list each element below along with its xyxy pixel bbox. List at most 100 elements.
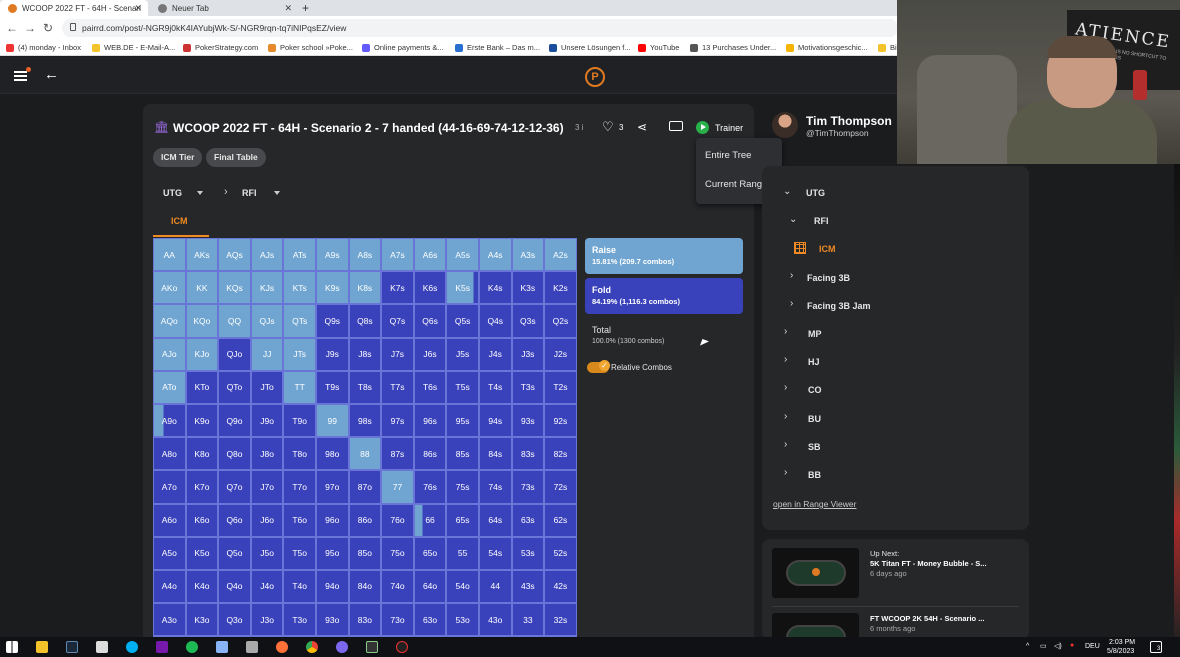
hand-cell[interactable]: KTo	[185, 370, 219, 404]
tree-item-rfi[interactable]: RFI	[814, 216, 829, 226]
chevron-down-icon[interactable]: ⌄	[783, 186, 791, 197]
hand-cell[interactable]: T5o	[283, 536, 316, 570]
bookmark-item[interactable]: Erste Bank – Das m...	[455, 43, 540, 52]
hand-cell[interactable]: 83s	[511, 437, 545, 471]
hand-cell[interactable]: J4o	[250, 569, 284, 604]
tree-item-icm[interactable]: ICM	[819, 244, 836, 254]
hand-cell[interactable]: Q9s	[315, 304, 349, 338]
hand-cell[interactable]: 98o	[315, 437, 349, 471]
hand-cell[interactable]: JTs	[283, 337, 316, 371]
hand-cell[interactable]: 53s	[511, 536, 545, 570]
breadcrumb-position[interactable]: UTG	[163, 188, 182, 198]
spotify-icon[interactable]	[186, 641, 198, 653]
hand-cell[interactable]: AQo	[153, 304, 186, 338]
hand-cell[interactable]: K9s	[315, 271, 349, 305]
hand-cell[interactable]: QTs	[283, 304, 316, 338]
hand-cell[interactable]: AKo	[153, 271, 186, 305]
bookmark-item[interactable]: (4) monday - Inbox	[6, 43, 81, 52]
volume-icon[interactable]: ◁)	[1054, 642, 1062, 650]
tag-final-table[interactable]: Final Table	[206, 148, 266, 167]
hand-cell[interactable]: K5o	[185, 536, 219, 570]
tree-item-sb[interactable]: SB	[808, 442, 821, 452]
trainer-button[interactable]: Trainer	[715, 123, 743, 133]
hand-cell[interactable]: 97o	[315, 470, 349, 504]
hand-cell[interactable]: T7s	[381, 370, 414, 404]
hand-cell[interactable]: K7o	[185, 470, 219, 504]
hand-cell[interactable]: 76o	[381, 503, 414, 537]
hand-cell[interactable]: 43o	[478, 603, 512, 637]
app-icon[interactable]	[366, 641, 378, 653]
fold-action-card[interactable]: Fold 84.19% (1,116.3 combos)	[585, 278, 743, 314]
hand-cell[interactable]: 44	[478, 569, 512, 604]
close-tab-icon[interactable]: ✕	[134, 3, 142, 14]
hamburger-menu-icon[interactable]	[14, 71, 27, 81]
hand-cell[interactable]: KQo	[185, 304, 219, 338]
hand-cell[interactable]: K5s	[446, 271, 479, 305]
hand-cell[interactable]: 95s	[446, 403, 479, 438]
hand-cell[interactable]: T2s	[544, 370, 577, 404]
hand-cell[interactable]: KK	[185, 271, 219, 305]
hand-cell[interactable]: T6o	[283, 503, 316, 537]
hand-cell[interactable]: 94s	[478, 403, 512, 438]
tree-item-co[interactable]: CO	[808, 385, 822, 395]
hand-cell[interactable]: 54s	[478, 536, 512, 570]
hand-cell[interactable]: 83o	[348, 603, 382, 637]
hand-cell[interactable]: K8o	[185, 437, 219, 471]
hand-cell[interactable]: Q8s	[348, 304, 382, 338]
new-tab-plus-icon[interactable]: +	[302, 1, 309, 15]
play-icon[interactable]	[696, 121, 709, 134]
hand-cell[interactable]: A7s	[381, 238, 414, 272]
hand-cell[interactable]: Q5s	[446, 304, 479, 338]
tag-icm-tier[interactable]: ICM Tier	[153, 148, 203, 167]
hand-cell[interactable]: 86s	[413, 437, 447, 471]
hand-cell[interactable]: KJo	[185, 337, 219, 371]
hand-cell[interactable]: K9o	[185, 403, 219, 438]
firefox-icon[interactable]	[276, 641, 288, 653]
recorder-icon[interactable]	[396, 641, 408, 653]
up-next-title[interactable]: FT WCOOP 2K 54H - Scenario ...	[870, 614, 984, 623]
hand-cell[interactable]: 87o	[348, 470, 382, 504]
hand-cell[interactable]: J9o	[250, 403, 284, 438]
hand-cell[interactable]: A3o	[153, 603, 186, 637]
hand-cell[interactable]: QQ	[218, 304, 251, 338]
clock-time[interactable]: 2:03 PM	[1109, 639, 1135, 646]
hand-cell[interactable]: 86o	[348, 503, 382, 537]
hand-cell[interactable]: 76s	[413, 470, 447, 504]
tree-item-bu[interactable]: BU	[808, 414, 821, 424]
bookmark-item[interactable]: Poker school »Poke...	[268, 43, 353, 52]
bookmark-item[interactable]: YouTube	[638, 43, 679, 52]
hand-cell[interactable]: 42s	[544, 569, 577, 604]
hand-cell[interactable]: T9s	[315, 370, 349, 404]
hand-cell[interactable]: T7o	[283, 470, 316, 504]
chevron-right-icon[interactable]: ›	[784, 439, 787, 450]
chevron-right-icon[interactable]: ›	[790, 270, 793, 281]
avatar[interactable]	[772, 112, 798, 138]
close-tab-icon[interactable]: ✕	[284, 3, 292, 14]
hand-cell[interactable]: 75s	[446, 470, 479, 504]
clock-date[interactable]: 5/8/2023	[1107, 648, 1134, 655]
hand-cell[interactable]: T9o	[283, 403, 316, 438]
hand-cell[interactable]: 88	[348, 437, 382, 471]
hand-cell[interactable]: KQs	[218, 271, 251, 305]
bookmark-item[interactable]: 13 Purchases Under...	[690, 43, 776, 52]
hand-cell[interactable]: K3s	[511, 271, 545, 305]
forward-arrow-icon[interactable]: →	[24, 21, 36, 35]
hand-cell[interactable]: QJo	[218, 337, 251, 371]
hand-cell[interactable]: T6s	[413, 370, 447, 404]
hand-cell[interactable]: 62s	[544, 503, 577, 537]
bookmark-item[interactable]: Motivationsgeschic...	[786, 43, 868, 52]
hand-cell[interactable]: 94o	[315, 569, 349, 604]
hand-cell[interactable]: A4s	[478, 238, 512, 272]
heart-icon[interactable]: ♡	[602, 119, 614, 135]
tab-icm[interactable]: ICM	[171, 216, 188, 226]
hand-cell[interactable]: K4s	[478, 271, 512, 305]
hand-cell[interactable]: A3s	[511, 238, 545, 272]
chevron-right-icon[interactable]: ›	[784, 382, 787, 393]
hand-cell[interactable]: AQs	[218, 238, 251, 272]
hand-cell[interactable]: 55	[446, 536, 479, 570]
hand-cell[interactable]: 53o	[446, 603, 479, 637]
hand-cell[interactable]: K7s	[381, 271, 414, 305]
hand-cell[interactable]: 97s	[381, 403, 414, 438]
tree-item-utg[interactable]: UTG	[806, 188, 825, 198]
tree-item-facing-3b-jam[interactable]: Facing 3B Jam	[807, 301, 871, 311]
